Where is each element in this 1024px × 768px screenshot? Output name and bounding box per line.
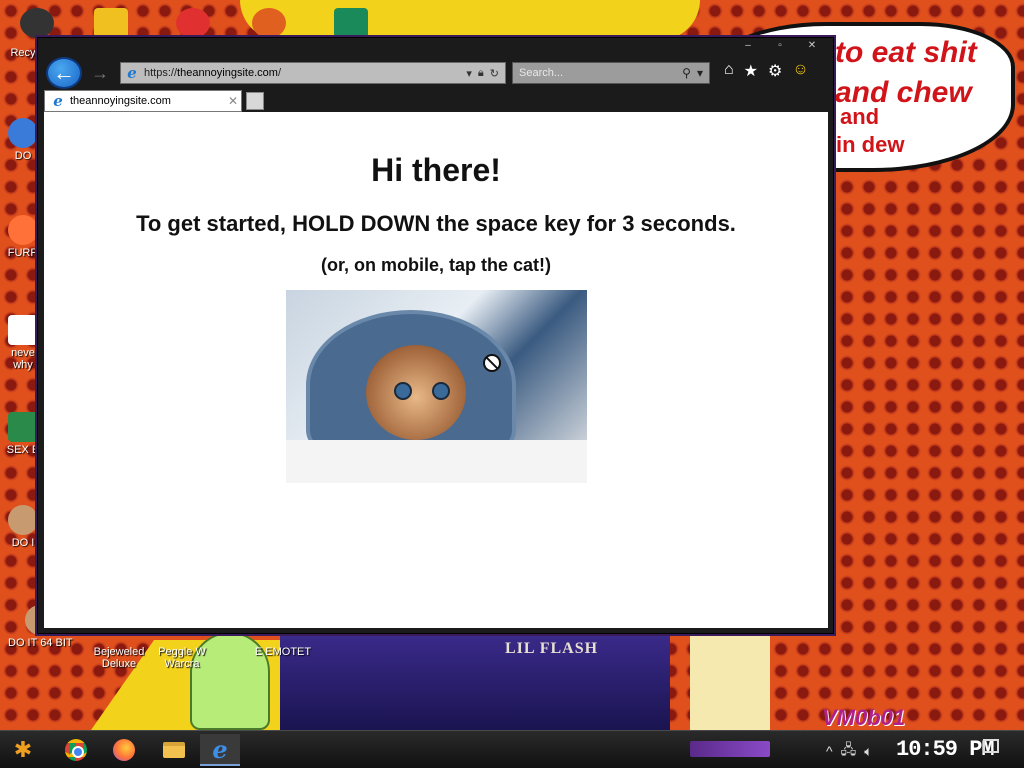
maximize-button[interactable]: ▫: [765, 40, 795, 54]
forward-button[interactable]: →: [88, 62, 112, 84]
page-heading: Hi there!: [371, 152, 501, 188]
desktop-icon-label: Recy: [10, 47, 36, 59]
vm-watermark: VM0b01: [822, 705, 906, 730]
kitten-image[interactable]: [285, 290, 587, 483]
url-text[interactable]: https://theannoyingsite.com/: [144, 67, 466, 79]
kitten-blanket: [285, 440, 587, 483]
search-tools: ⚲ ▾: [682, 66, 703, 80]
search-dropdown-icon[interactable]: ▾: [697, 66, 703, 80]
taskbar-internet-explorer[interactable]: e: [200, 734, 240, 766]
desktop-icon-label: DO: [14, 150, 32, 162]
poster-title: LIL FLASH: [505, 640, 599, 657]
busy-cursor-icon: [483, 354, 501, 372]
home-icon[interactable]: ⌂: [724, 61, 734, 81]
url-host: theannoyingsite.com: [177, 67, 278, 79]
desktop-icon-firefox[interactable]: FURR: [6, 215, 40, 259]
speech-line: in dew: [836, 132, 905, 157]
dropdown-icon[interactable]: ▾: [466, 67, 472, 80]
browser-toolbar: ⌂ ★ ⚙ ☺: [724, 61, 809, 81]
start-button[interactable]: ✱: [8, 735, 38, 765]
taskbar-firefox[interactable]: [104, 734, 144, 766]
desktop-icon-label: DO I: [11, 537, 35, 549]
url-suffix: /: [277, 67, 281, 79]
volume-icon[interactable]: 🔈︎: [864, 743, 872, 760]
mobile-note: (or, on mobile, tap the cat!): [320, 255, 551, 275]
desktop-icon-portrait[interactable]: DO I: [6, 505, 40, 549]
desktop-icon-label: Peggle W Warcra: [158, 646, 206, 670]
firefox-icon: [8, 215, 38, 245]
new-tab-button[interactable]: [246, 92, 264, 110]
tab-theannoyingsite[interactable]: e theannoyingsite.com ✕: [44, 90, 242, 112]
recycle-bin-icon[interactable]: [20, 8, 54, 38]
desktop-icon-label: E EMOTET: [254, 646, 312, 658]
close-button[interactable]: ✕: [797, 40, 827, 54]
back-arrow-icon: ←: [53, 60, 75, 85]
ie-favicon-icon: e: [53, 92, 63, 110]
show-hidden-icons-icon[interactable]: ^: [826, 743, 833, 759]
desktop-icon-recycle[interactable]: Recy: [6, 45, 40, 59]
forward-arrow-icon: →: [91, 63, 109, 83]
url-prefix: https://: [144, 67, 178, 79]
close-icon[interactable]: ✕: [225, 94, 241, 108]
firefox-icon: [113, 739, 135, 761]
feedback-smiley-icon[interactable]: ☺: [792, 61, 808, 81]
wallpaper-art: [690, 635, 770, 730]
kitten-face: [365, 345, 466, 440]
taskbar-clock[interactable]: 10:59 PM: [896, 737, 995, 762]
desktop-app-icon[interactable]: [252, 8, 286, 38]
kitten-eye: [393, 382, 412, 400]
minimize-button[interactable]: –: [733, 40, 763, 54]
lock-icon[interactable]: 🔒︎: [478, 67, 484, 80]
page-content: Hi there! To get started, HOLD DOWN the …: [44, 112, 828, 628]
chrome-icon: [8, 118, 38, 148]
desktop-icon-dc[interactable]: neve why: [6, 315, 40, 371]
speech-line: to eat shit: [835, 36, 977, 69]
desktop-icon-label: FURR: [7, 247, 39, 259]
system-tray: ^ 🖧︎ 🔈︎: [826, 739, 873, 763]
address-bar[interactable]: e https://theannoyingsite.com/ ▾ 🔒︎ ↻: [120, 62, 506, 84]
ie-favicon-icon: e: [127, 64, 137, 82]
h-icon: [8, 412, 38, 442]
publisher-icon[interactable]: [334, 8, 368, 38]
taskbar: ✱ e ^ 🖧︎ 🔈︎ 10:59 PM: [0, 730, 1024, 768]
taskbar-chrome[interactable]: [56, 734, 96, 766]
desktop-icon-chrome[interactable]: DO: [6, 118, 40, 162]
window-controls: – ▫ ✕: [733, 40, 827, 54]
address-tools: ▾ 🔒︎ ↻: [466, 67, 499, 80]
dc-icon: [8, 315, 38, 345]
network-icon[interactable]: 🖧︎: [841, 739, 857, 763]
portrait-icon: [8, 505, 38, 535]
refresh-icon[interactable]: ↻: [490, 67, 499, 80]
favorites-star-icon[interactable]: ★: [744, 61, 758, 81]
tab-title: theannoyingsite.com: [70, 95, 171, 107]
speech-line: and: [840, 104, 880, 129]
file-explorer-icon: [163, 742, 185, 758]
search-icon[interactable]: ⚲: [682, 66, 691, 80]
desktop-app-icon[interactable]: [176, 8, 210, 38]
browser-window[interactable]: – ▫ ✕ ← → e https://theannoyingsite.com/…: [37, 37, 834, 634]
back-button[interactable]: ←: [46, 57, 82, 89]
desktop-icon-label: Bejeweled Deluxe: [93, 646, 145, 670]
desktop-icon-label: neve why: [11, 347, 35, 371]
taskbar-decoration: [690, 741, 770, 757]
desktop-icon-label: DO IT 64 BIT: [8, 637, 73, 649]
page-instruction: To get started, HOLD DOWN the space key …: [136, 211, 736, 236]
gear-icon[interactable]: ⚙: [768, 61, 782, 81]
tab-bar: e theannoyingsite.com ✕: [44, 90, 827, 112]
desktop-icon-label: SEX E: [6, 444, 40, 456]
wallpaper-art: [240, 0, 700, 40]
poster-image: [280, 635, 670, 730]
taskbar-file-explorer[interactable]: [154, 734, 194, 766]
internet-explorer-icon: e: [212, 734, 228, 764]
desktop-app-icon[interactable]: [94, 8, 128, 38]
search-input[interactable]: [519, 67, 649, 79]
kitten-eye: [431, 382, 450, 400]
search-bar[interactable]: ⚲ ▾: [512, 62, 710, 84]
notifications-icon[interactable]: [983, 739, 999, 753]
chrome-icon: [65, 739, 87, 761]
desktop-icon-sex[interactable]: SEX E: [6, 412, 40, 456]
navigation-bar: ← → e https://theannoyingsite.com/ ▾ 🔒︎ …: [44, 56, 827, 90]
